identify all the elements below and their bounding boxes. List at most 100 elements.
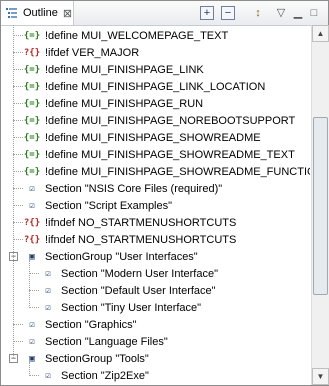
expand-all-button[interactable]: + [200,6,214,20]
tree-node-label: Section "Modern User Interface" [61,267,218,280]
tree-node[interactable]: {=} !define MUI_FINISHPAGE_SHOWREADME_TEX… [24,146,295,163]
section-group-icon: ▣ [29,251,35,262]
tree-connector [13,69,23,70]
tree-group-node[interactable]: ▣ SectionGroup "Tools" [24,350,149,367]
tree-node[interactable]: {=} !define MUI_WELCOMEPAGE_TEXT [24,27,228,44]
maximize-icon[interactable]: □ [307,6,321,20]
tree-connector [13,52,23,53]
tree-node[interactable]: {=} !define MUI_FINISHPAGE_SHOWREADME_FUN… [24,163,310,180]
tree-node-label: SectionGroup "Tools" [45,352,149,365]
define-icon: {=} [23,149,41,160]
tree-connector [13,86,23,87]
tree-connector [29,290,39,291]
tree-connector [13,154,23,155]
define-icon: {=} [23,81,41,92]
tree-node-label: !define MUI_FINISHPAGE_NOREBOOTSUPPORT [45,114,296,127]
view-titlebar: Outline ⊠ + − ↕ ▽ ▁ □ [1,1,328,26]
tree-connector [13,239,23,240]
tree-node-label: !ifndef NO_STARTMENUSHORTCUTS [45,216,237,229]
tree-connector [13,103,23,104]
tab-outline[interactable]: Outline ⊠ [1,1,74,25]
section-icon: ☑ [45,268,51,279]
tree-node[interactable]: ☑ Section "Graphics" [24,316,136,333]
tree-node[interactable]: ☑ Section "Language Files" [24,333,168,350]
scroll-down-button[interactable]: ▼ [312,368,329,385]
tree-node[interactable]: ☑ Section "NSIS Core Files (required)" [24,180,222,197]
tree-node-label: Section "Language Files" [45,335,168,348]
define-icon: {=} [23,166,41,177]
section-icon: ☑ [29,319,35,330]
tree-node-label: SectionGroup "User Interfaces" [45,250,198,263]
section-icon: ☑ [45,302,51,313]
tree-node-label: Section "Zip2Exe" [61,369,149,382]
tree-group-node[interactable]: ▣ SectionGroup "User Interfaces" [24,248,198,265]
tree-node[interactable]: ?{} !ifdef VER_MAJOR [24,44,139,61]
tree-node-label: !define MUI_FINISHPAGE_SHOWREADME [45,131,261,144]
scroll-up-button[interactable]: ▲ [312,25,329,42]
tree-node-label: Section "Default User Interface" [61,284,216,297]
tree-node-label: !define MUI_FINISHPAGE_RUN [45,97,204,110]
tree-node[interactable]: ☑ Section "Tiny User Interface" [40,299,201,316]
tree-connector [29,273,39,274]
tree-node[interactable]: {=} !define MUI_FINISHPAGE_RUN [24,95,203,112]
tree-node[interactable]: ☑ Section "Zip2Exe" [40,367,149,384]
tree-connector [13,222,23,223]
section-icon: ☑ [45,285,51,296]
view-menu-icon[interactable]: ▽ [274,6,288,20]
tree-node[interactable]: {=} !define MUI_FINISHPAGE_LINK_LOCATION [24,78,265,95]
tree-connector [13,137,23,138]
outline-view: Outline ⊠ + − ↕ ▽ ▁ □ {=} !define MUI_WEL… [0,0,329,386]
tree-connector [13,120,23,121]
tree-connector [29,375,39,376]
tree-connector [13,188,23,189]
section-icon: ☑ [29,336,35,347]
tree-node[interactable]: ?{} !ifndef NO_STARTMENUSHORTCUTS [24,231,236,248]
tree-node[interactable]: ☑ Section "Modern User Interface" [40,265,218,282]
tree-node[interactable]: ☑ Section "Script Examples" [24,197,172,214]
tree-node[interactable]: ?{} !ifndef NO_STARTMENUSHORTCUTS [24,214,236,231]
tree-node-label: !define MUI_WELCOMEPAGE_TEXT [45,29,229,42]
section-icon: ☑ [29,183,35,194]
close-icon[interactable]: ⊠ [63,7,72,20]
tree-node-label: !define MUI_FINISHPAGE_SHOWREADME_FUNCTI… [45,165,310,178]
tree-connector [13,205,23,206]
tree-node-label: !define MUI_FINISHPAGE_LINK_LOCATION [45,80,266,93]
ifdef-icon: ?{} [23,47,41,58]
define-icon: {=} [23,30,41,41]
tree-connector [13,324,23,325]
minimize-icon[interactable]: ▁ [291,6,305,20]
tree-connector [29,362,30,376]
outline-icon [5,6,19,20]
tree-connector [29,307,39,308]
tree-node-label: Section "Script Examples" [45,199,173,212]
tree-connector [13,35,23,36]
define-icon: {=} [23,115,41,126]
outline-tree: {=} !define MUI_WELCOMEPAGE_TEXT ?{} !ifdef… [2,25,310,385]
ifdef-icon: ?{} [23,217,41,228]
sort-icon[interactable]: ↕ [251,6,265,20]
define-icon: {=} [23,132,41,143]
tree-node[interactable]: {=} !define MUI_FINISHPAGE_NOREBOOTSUPPOR… [24,112,295,129]
tree-connector [13,171,23,172]
tree-connector [13,341,23,342]
tree-connector [13,25,14,358]
section-icon: ☑ [45,370,51,381]
define-icon: {=} [23,64,41,75]
tree-node[interactable]: {=} !define MUI_FINISHPAGE_SHOWREADME [24,129,261,146]
tree-connector [29,260,30,308]
tree-node[interactable]: {=} !define MUI_FINISHPAGE_LINK [24,61,204,78]
define-icon: {=} [23,98,41,109]
tree-node-label: Section "Tiny User Interface" [61,301,202,314]
tab-label: Outline [23,7,58,19]
ifdef-icon: ?{} [23,234,41,245]
section-group-icon: ▣ [29,353,35,364]
scroll-thumb[interactable] [313,117,328,295]
section-icon: ☑ [29,200,35,211]
vertical-scrollbar[interactable]: ▲ ▼ [311,25,329,385]
tree-node-label: !define MUI_FINISHPAGE_SHOWREADME_TEXT [45,148,295,161]
tree-node[interactable]: ☑ Section "Default User Interface" [40,282,216,299]
tree-node-label: Section "NSIS Core Files (required)" [45,182,223,195]
collapse-all-button[interactable]: − [221,6,235,20]
tree-node-label: !ifdef VER_MAJOR [45,46,140,59]
tree-node-label: !ifndef NO_STARTMENUSHORTCUTS [45,233,237,246]
